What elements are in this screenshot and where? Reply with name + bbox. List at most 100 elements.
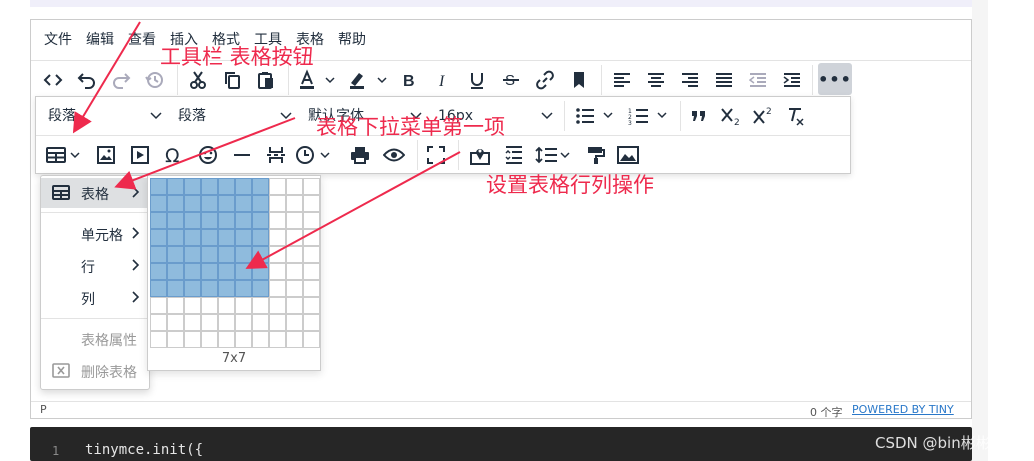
table-grid-cell[interactable] bbox=[235, 297, 252, 314]
table-grid-cell[interactable] bbox=[218, 246, 235, 263]
table-grid-cell[interactable] bbox=[252, 331, 269, 348]
table-grid-cell[interactable] bbox=[269, 246, 286, 263]
table-grid-cell[interactable] bbox=[303, 280, 320, 297]
table-grid-cell[interactable] bbox=[167, 297, 184, 314]
remove-format-button[interactable] bbox=[782, 101, 810, 131]
table-grid-cell[interactable] bbox=[201, 331, 218, 348]
table-grid-cell[interactable] bbox=[150, 246, 167, 263]
table-grid-cell[interactable] bbox=[252, 280, 269, 297]
table-grid-cell[interactable] bbox=[218, 297, 235, 314]
special-char-button[interactable]: Ω bbox=[160, 140, 188, 170]
table-grid-cell[interactable] bbox=[150, 195, 167, 212]
table-grid-cell[interactable] bbox=[184, 195, 201, 212]
preview-button[interactable] bbox=[380, 140, 408, 170]
table-grid-cell[interactable] bbox=[218, 280, 235, 297]
table-grid-cell[interactable] bbox=[201, 246, 218, 263]
table-grid-cell[interactable] bbox=[235, 229, 252, 246]
table-grid-cell[interactable] bbox=[303, 297, 320, 314]
table-grid-cell[interactable] bbox=[269, 331, 286, 348]
fullscreen-button[interactable] bbox=[422, 140, 450, 170]
table-grid-cell[interactable] bbox=[201, 280, 218, 297]
table-grid-cell[interactable] bbox=[252, 297, 269, 314]
align-right-button[interactable] bbox=[676, 65, 704, 95]
strikethrough-button[interactable]: S bbox=[497, 65, 525, 95]
image-tools-button[interactable] bbox=[614, 140, 642, 170]
emoticons-button[interactable] bbox=[194, 140, 222, 170]
italic-button[interactable]: I bbox=[429, 65, 457, 95]
menu-item-delete-table[interactable]: 删除表格 bbox=[41, 356, 149, 386]
table-grid-cell[interactable] bbox=[235, 195, 252, 212]
table-grid-cell[interactable] bbox=[286, 178, 303, 195]
table-grid-cell[interactable] bbox=[286, 297, 303, 314]
table-grid-cell[interactable] bbox=[286, 280, 303, 297]
table-grid-cell[interactable] bbox=[235, 246, 252, 263]
table-grid-cell[interactable] bbox=[150, 178, 167, 195]
align-left-button[interactable] bbox=[608, 65, 636, 95]
table-grid-cell[interactable] bbox=[184, 331, 201, 348]
table-grid-cell[interactable] bbox=[218, 263, 235, 280]
table-grid-cell[interactable] bbox=[218, 331, 235, 348]
table-grid-cell[interactable] bbox=[150, 314, 167, 331]
redo-button[interactable] bbox=[107, 65, 135, 95]
link-button[interactable] bbox=[531, 65, 559, 95]
menu-item-column[interactable]: 列 bbox=[41, 283, 149, 313]
table-grid-cell[interactable] bbox=[150, 297, 167, 314]
page-break-button[interactable] bbox=[262, 140, 290, 170]
image-location-button[interactable] bbox=[466, 140, 494, 170]
table-grid-cell[interactable] bbox=[184, 314, 201, 331]
menu-view[interactable]: 查看 bbox=[121, 26, 163, 54]
table-grid-cell[interactable] bbox=[235, 178, 252, 195]
table-grid-cell[interactable] bbox=[167, 212, 184, 229]
table-grid-cell[interactable] bbox=[184, 263, 201, 280]
table-grid-cell[interactable] bbox=[269, 297, 286, 314]
table-grid-cell[interactable] bbox=[269, 314, 286, 331]
table-grid-cell[interactable] bbox=[286, 195, 303, 212]
table-grid-cell[interactable] bbox=[184, 229, 201, 246]
table-grid-cell[interactable] bbox=[150, 280, 167, 297]
table-grid-cell[interactable] bbox=[303, 229, 320, 246]
table-grid-cell[interactable] bbox=[201, 297, 218, 314]
table-grid-cell[interactable] bbox=[252, 246, 269, 263]
table-grid-cell[interactable] bbox=[167, 246, 184, 263]
table-grid-cell[interactable] bbox=[218, 314, 235, 331]
horizontal-rule-button[interactable] bbox=[228, 140, 256, 170]
block-format-select-2[interactable]: 段落 bbox=[178, 101, 206, 131]
table-grid-cell[interactable] bbox=[201, 212, 218, 229]
undo-button[interactable] bbox=[73, 65, 101, 95]
media-button[interactable] bbox=[126, 140, 154, 170]
table-grid-cell[interactable] bbox=[235, 212, 252, 229]
table-grid-cell[interactable] bbox=[167, 229, 184, 246]
print-button[interactable] bbox=[346, 140, 374, 170]
table-grid-cell[interactable] bbox=[235, 280, 252, 297]
line-height-button[interactable] bbox=[500, 140, 528, 170]
table-grid-cell[interactable] bbox=[269, 280, 286, 297]
table-grid-cell[interactable] bbox=[184, 212, 201, 229]
table-grid-cell[interactable] bbox=[150, 263, 167, 280]
underline-button[interactable] bbox=[463, 65, 491, 95]
menu-item-cell[interactable]: 单元格 bbox=[41, 219, 149, 249]
source-code-button[interactable] bbox=[39, 65, 67, 95]
table-grid-cell[interactable] bbox=[269, 212, 286, 229]
table-grid-cell[interactable] bbox=[286, 212, 303, 229]
more-toolbar-button[interactable]: ••• bbox=[818, 63, 852, 95]
outdent-button[interactable] bbox=[744, 65, 772, 95]
table-grid-cell[interactable] bbox=[303, 178, 320, 195]
table-grid-cell[interactable] bbox=[167, 280, 184, 297]
table-grid-cell[interactable] bbox=[201, 229, 218, 246]
blockquote-button[interactable] bbox=[685, 101, 713, 131]
table-grid-cell[interactable] bbox=[252, 178, 269, 195]
table-grid-cell[interactable] bbox=[218, 229, 235, 246]
table-grid-cell[interactable] bbox=[303, 263, 320, 280]
letter-spacing-button[interactable] bbox=[534, 140, 578, 170]
superscript-button[interactable]: 2 bbox=[749, 101, 777, 131]
table-grid-cell[interactable] bbox=[184, 246, 201, 263]
table-grid-cell[interactable] bbox=[150, 331, 167, 348]
table-grid-cell[interactable] bbox=[184, 297, 201, 314]
table-grid-cell[interactable] bbox=[286, 263, 303, 280]
element-path[interactable]: P bbox=[40, 403, 47, 416]
block-format-select[interactable]: 段落 bbox=[48, 101, 76, 131]
table-grid-cell[interactable] bbox=[269, 263, 286, 280]
table-grid-cell[interactable] bbox=[286, 314, 303, 331]
table-grid-cell[interactable] bbox=[150, 212, 167, 229]
insert-datetime-button[interactable] bbox=[294, 140, 340, 170]
